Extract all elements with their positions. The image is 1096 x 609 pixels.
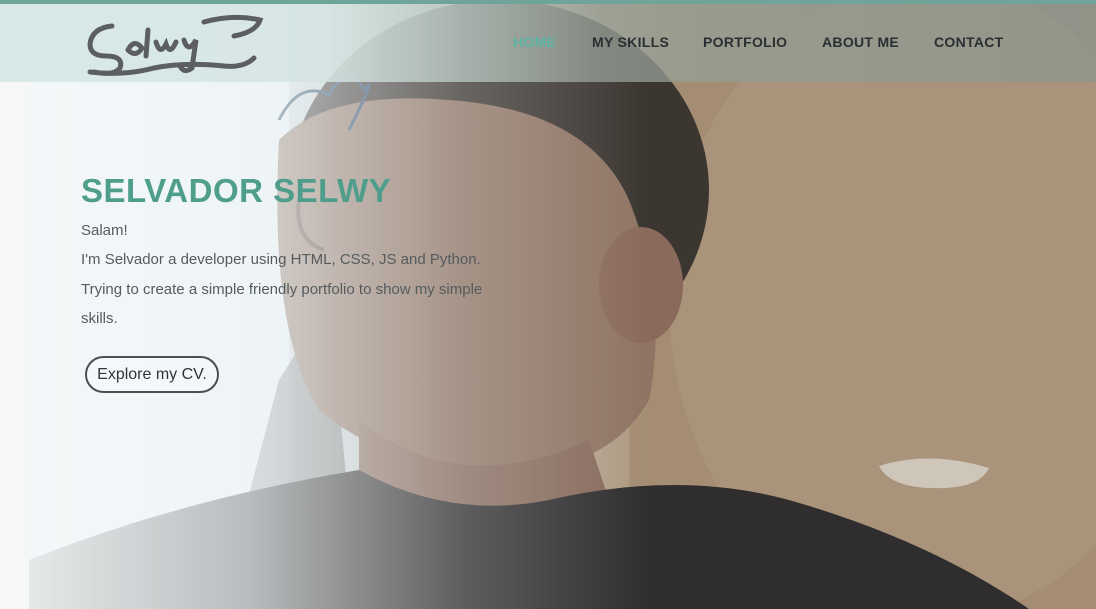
nav-my-skills[interactable]: MY SKILLS [592,34,669,50]
left-margin [0,0,29,609]
hero-description-line: Trying to create a simple friendly portf… [81,281,483,298]
hero-intro-line: I'm Selvador a developer using HTML, CSS… [81,251,481,268]
explore-cv-button[interactable]: Explore my CV. [85,356,219,393]
nav-home[interactable]: HOME [513,34,556,50]
hero-text-overlay [29,0,649,609]
hero-greeting: Salam! [81,222,128,239]
hero-description-line-end: skills. [81,310,118,327]
page: HOME MY SKILLS PORTFOLIO ABOUT ME CONTAC… [0,0,1096,609]
hero-title: SELVADOR SELWY [81,172,392,209]
nav-about-me[interactable]: ABOUT ME [822,34,899,50]
hero-background-photo [29,0,1096,609]
nav-portfolio[interactable]: PORTFOLIO [703,34,787,50]
nav-contact[interactable]: CONTACT [934,34,1004,50]
selwy-logo[interactable] [84,10,264,78]
